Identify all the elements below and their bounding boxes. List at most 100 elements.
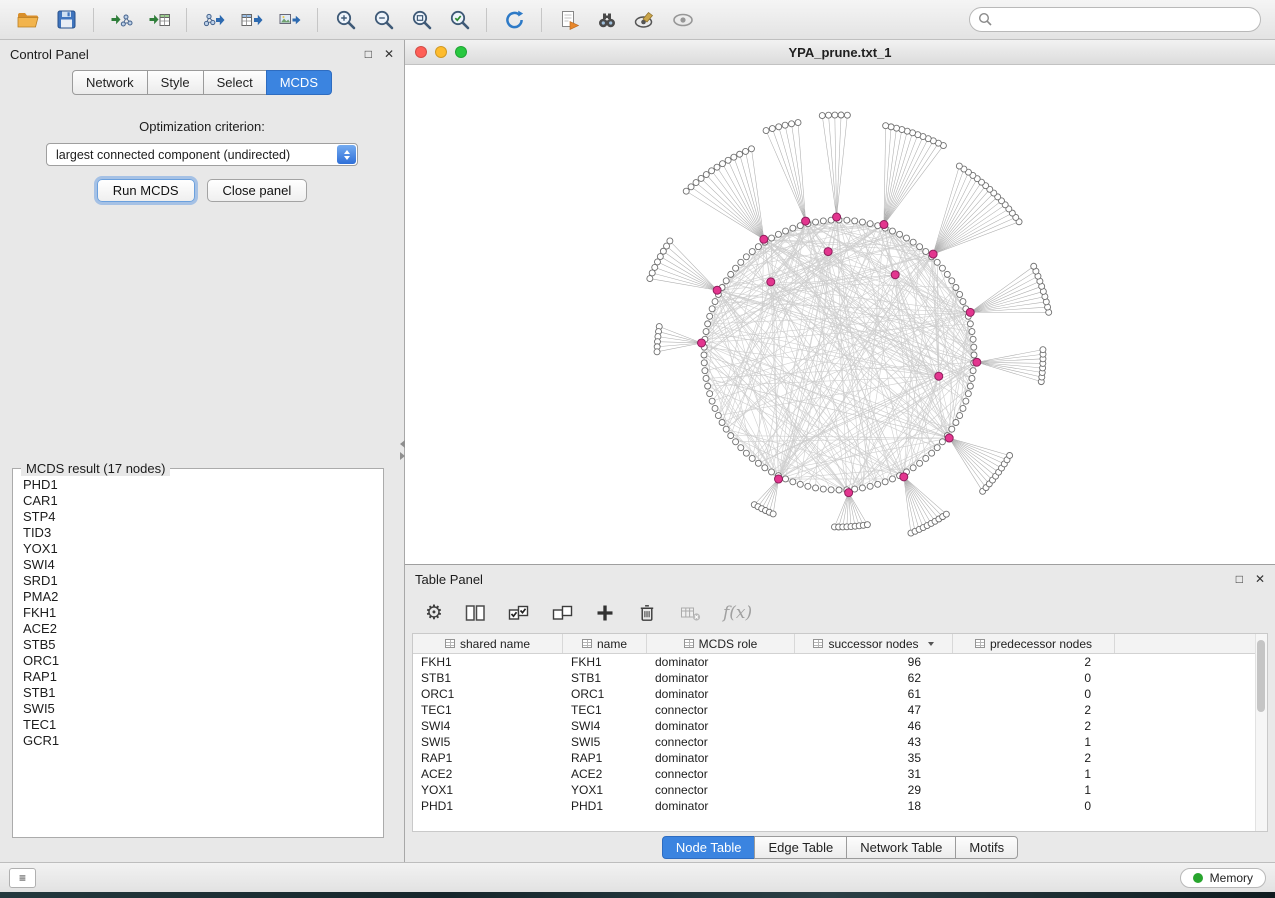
unselect-all-button[interactable]: [551, 604, 574, 622]
mcds-result-item[interactable]: PMA2: [23, 589, 383, 605]
apply-layout-button[interactable]: [496, 5, 532, 35]
select-all-button[interactable]: [507, 604, 530, 622]
mcds-result-item[interactable]: STP4: [23, 509, 383, 525]
find-button[interactable]: [589, 5, 625, 35]
mcds-result-item[interactable]: YOX1: [23, 541, 383, 557]
column-header-name[interactable]: name: [563, 634, 647, 653]
sort-dropdown-icon[interactable]: [928, 642, 934, 646]
table-row[interactable]: ORC1ORC1dominator610: [413, 686, 1255, 702]
export-image-button[interactable]: [272, 5, 308, 35]
table-body: FKH1FKH1dominator962STB1STB1dominator620…: [413, 654, 1255, 831]
table-settings-button[interactable]: ⚙: [425, 603, 443, 623]
table-row[interactable]: SWI4SWI4dominator462: [413, 718, 1255, 734]
expand-right-icon[interactable]: [400, 452, 405, 460]
mcds-result-item[interactable]: FKH1: [23, 605, 383, 621]
mcds-result-item[interactable]: GCR1: [23, 733, 383, 749]
tab-edge-table[interactable]: Edge Table: [754, 836, 847, 859]
export-table-button[interactable]: [234, 5, 270, 35]
show-hide-button[interactable]: [665, 5, 701, 35]
table-row[interactable]: TEC1TEC1connector472: [413, 702, 1255, 718]
function-builder-button[interactable]: f(x): [723, 603, 752, 623]
table-cell: dominator: [647, 686, 795, 702]
mcds-result-item[interactable]: SRD1: [23, 573, 383, 589]
tab-motifs[interactable]: Motifs: [955, 836, 1018, 859]
zoom-out-button[interactable]: [365, 5, 401, 35]
collapse-left-icon[interactable]: [400, 440, 405, 448]
float-panel-icon[interactable]: □: [365, 48, 372, 60]
tab-node-table[interactable]: Node Table: [662, 836, 756, 859]
close-table-panel-icon[interactable]: ✕: [1255, 573, 1265, 585]
column-header-MCDS-role[interactable]: MCDS role: [647, 634, 795, 653]
zoom-selected-button[interactable]: [441, 5, 477, 35]
annotation-button[interactable]: [627, 5, 663, 35]
open-session-button[interactable]: [10, 5, 46, 35]
mcds-result-item[interactable]: PHD1: [23, 477, 383, 493]
float-table-panel-icon[interactable]: □: [1236, 573, 1243, 585]
table-row[interactable]: YOX1YOX1connector291: [413, 782, 1255, 798]
mcds-result-item[interactable]: ORC1: [23, 653, 383, 669]
save-session-button[interactable]: [48, 5, 84, 35]
dropdown-stepper-icon[interactable]: [337, 145, 356, 164]
column-header-shared-name[interactable]: shared name: [413, 634, 563, 653]
mcds-result-item[interactable]: TEC1: [23, 717, 383, 733]
table-row[interactable]: STB1STB1dominator620: [413, 670, 1255, 686]
import-table-button[interactable]: [141, 5, 177, 35]
mcds-result-item[interactable]: STB1: [23, 685, 383, 701]
zoom-fit-button[interactable]: [403, 5, 439, 35]
scrollbar-thumb[interactable]: [1257, 640, 1265, 712]
mcds-result-item[interactable]: CAR1: [23, 493, 383, 509]
delete-column-button[interactable]: [636, 602, 658, 624]
table-row[interactable]: FKH1FKH1dominator962: [413, 654, 1255, 670]
close-window-icon[interactable]: [415, 46, 427, 58]
mcds-result-item[interactable]: TID3: [23, 525, 383, 541]
table-cell: TEC1: [413, 702, 563, 718]
clone-network-button[interactable]: [551, 5, 587, 35]
tab-select[interactable]: Select: [203, 70, 267, 95]
search-input[interactable]: [969, 7, 1261, 32]
table-cell: connector: [647, 766, 795, 782]
maximize-window-icon[interactable]: [455, 46, 467, 58]
network-graph[interactable]: [405, 65, 1273, 559]
show-columns-button[interactable]: [464, 603, 486, 623]
table-cell: ORC1: [563, 686, 647, 702]
search-icon: [978, 12, 993, 27]
delete-table-button[interactable]: [679, 603, 702, 623]
tab-mcds[interactable]: MCDS: [266, 70, 332, 95]
zoom-out-icon: [372, 8, 395, 31]
column-header-successor-nodes[interactable]: successor nodes: [795, 634, 953, 653]
save-icon: [55, 8, 78, 31]
import-network-button[interactable]: [103, 5, 139, 35]
criterion-dropdown[interactable]: largest connected component (undirected): [46, 143, 358, 166]
table-row[interactable]: RAP1RAP1dominator352: [413, 750, 1255, 766]
export-network-button[interactable]: [196, 5, 232, 35]
mcds-result-item[interactable]: RAP1: [23, 669, 383, 685]
tab-network-table[interactable]: Network Table: [846, 836, 956, 859]
task-history-button[interactable]: ≡: [9, 868, 36, 888]
table-cell: connector: [647, 782, 795, 798]
run-mcds-button[interactable]: Run MCDS: [97, 179, 195, 202]
table-scrollbar[interactable]: [1255, 634, 1267, 831]
tab-style[interactable]: Style: [147, 70, 204, 95]
zoom-in-button[interactable]: [327, 5, 363, 35]
table-row[interactable]: ACE2ACE2connector311: [413, 766, 1255, 782]
close-panel-icon[interactable]: ✕: [384, 48, 394, 60]
table-row[interactable]: PHD1PHD1dominator180: [413, 798, 1255, 814]
minimize-window-icon[interactable]: [435, 46, 447, 58]
column-grid-icon: [445, 639, 455, 648]
add-column-button[interactable]: [595, 603, 615, 623]
mcds-result-item[interactable]: SWI5: [23, 701, 383, 717]
column-header-predecessor-nodes[interactable]: predecessor nodes: [953, 634, 1115, 653]
mcds-result-item[interactable]: STB5: [23, 637, 383, 653]
mcds-result-item[interactable]: ACE2: [23, 621, 383, 637]
table-panel: Table Panel □ ✕ ⚙: [405, 565, 1275, 862]
tab-network[interactable]: Network: [72, 70, 148, 95]
mcds-result-list[interactable]: PHD1CAR1STP4TID3YOX1SWI4SRD1PMA2FKH1ACE2…: [13, 469, 383, 837]
panel-splitter[interactable]: [398, 440, 407, 466]
network-canvas[interactable]: [405, 65, 1275, 564]
mcds-result-item[interactable]: SWI4: [23, 557, 383, 573]
zoom-fit-icon: [410, 8, 433, 31]
table-cell: FKH1: [413, 654, 563, 670]
memory-button[interactable]: Memory: [1180, 868, 1266, 888]
close-mcds-panel-button[interactable]: Close panel: [207, 179, 308, 202]
table-row[interactable]: SWI5SWI5connector431: [413, 734, 1255, 750]
